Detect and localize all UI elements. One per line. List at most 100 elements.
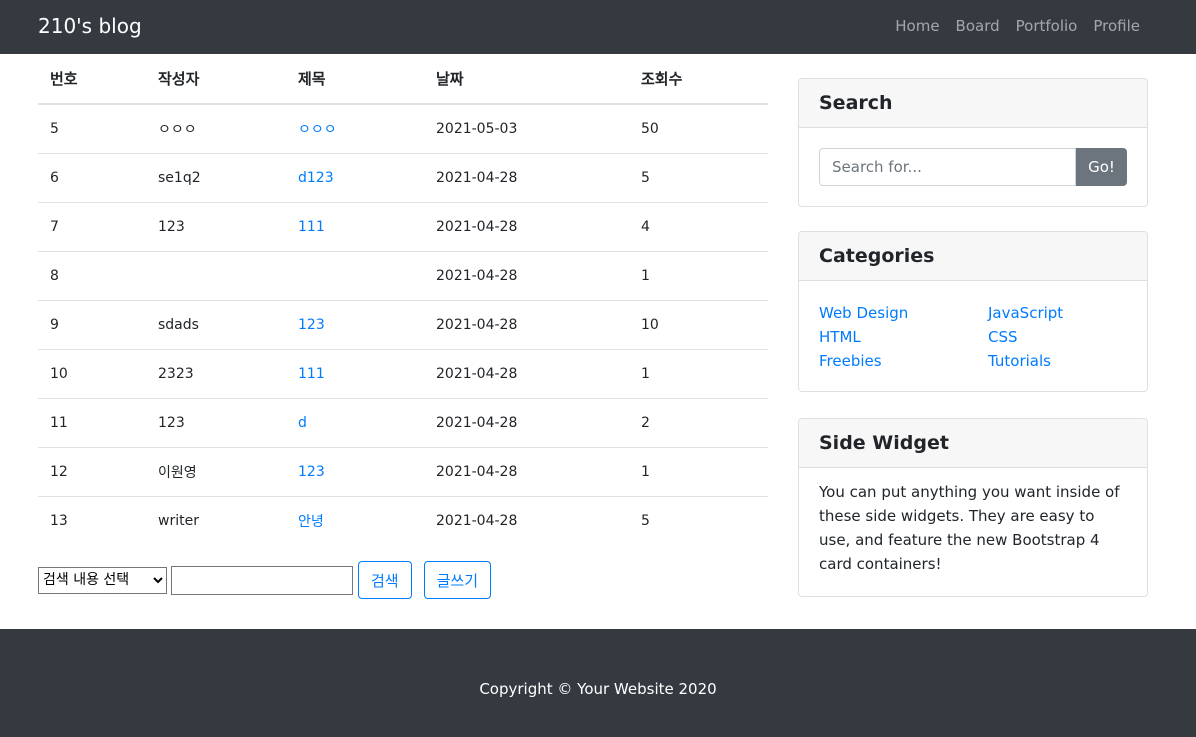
table-row: 5 ㅇㅇㅇ ㅇㅇㅇ 2021-05-03 50 [38,104,768,153]
top-navbar: 210's blog Home Board Portfolio Profile [0,0,1196,54]
cell-views: 4 [629,201,768,251]
cell-views: 1 [629,446,768,496]
cell-views: 5 [629,495,768,545]
post-title-link[interactable]: 111 [298,366,325,382]
cell-date: 2021-04-28 [424,250,629,300]
table-header-row: 번호 작성자 제목 날짜 조회수 [38,54,768,105]
cell-date: 2021-04-28 [424,446,629,496]
cell-number: 7 [38,201,146,251]
cell-author: 2323 [146,348,286,398]
post-title-link[interactable]: ㅇㅇㅇ [298,122,337,138]
cell-number: 10 [38,348,146,398]
board-search-row: 검색 내용 선택 검색 글쓰기 [38,561,492,599]
cell-number: 8 [38,250,146,300]
side-widget-card: Side Widget You can put anything you wan… [798,418,1148,597]
cell-date: 2021-04-28 [424,495,629,545]
sidebar-search-input[interactable] [819,148,1076,186]
cell-date: 2021-04-28 [424,348,629,398]
table-row: 13 writer 안녕 2021-04-28 5 [38,495,768,545]
search-card-body: Go! [799,128,1147,206]
board-table: 번호 작성자 제목 날짜 조회수 5 ㅇㅇㅇ ㅇㅇㅇ 2021-05-03 50… [38,54,768,545]
write-post-button[interactable]: 글쓰기 [423,561,492,599]
table-row: 12 이원영 123 2021-04-28 1 [38,446,768,496]
cell-number: 5 [50,120,59,137]
go-button[interactable]: Go! [1076,148,1127,186]
categories-card: Categories Web Design JavaScript HTML CS… [798,231,1148,392]
cell-title [286,250,424,300]
cell-title: d123 [286,152,424,202]
cell-number: 6 [38,152,146,202]
category-javascript[interactable]: JavaScript [988,303,1128,323]
cell-title: 123 [286,299,424,349]
nav-portfolio[interactable]: Portfolio [1016,17,1078,35]
categories-card-title: Categories [799,232,1147,281]
header-number: 번호 [38,54,146,105]
cell-author [146,250,286,300]
side-widget-title: Side Widget [799,419,1147,468]
category-web-design[interactable]: Web Design [819,303,988,323]
post-title-link[interactable]: 111 [298,219,325,235]
nav-links: Home Board Portfolio Profile [895,17,1140,35]
post-title-link[interactable]: 123 [298,317,325,333]
cell-date: 2021-04-28 [424,201,629,251]
copyright-text: Copyright © Your Website 2020 [479,680,717,698]
table-row: 10 2323 111 2021-04-28 1 [38,348,768,398]
header-views: 조회수 [629,54,768,105]
cell-date: 2021-05-03 [436,120,518,137]
category-freebies[interactable]: Freebies [819,351,988,371]
cell-number: 12 [38,446,146,496]
search-type-select[interactable]: 검색 내용 선택 [38,566,167,594]
cell-author: ㅇㅇㅇ [158,121,197,138]
cell-date: 2021-04-28 [424,299,629,349]
cell-author: 123 [146,397,286,447]
table-row: 7 123 111 2021-04-28 4 [38,201,768,251]
table-row: 11 123 d 2021-04-28 2 [38,397,768,447]
cell-title: 안녕 [286,495,424,545]
header-date: 날짜 [424,54,629,105]
post-title-link[interactable]: d [298,415,307,431]
post-title-link[interactable]: 안녕 [298,514,324,530]
nav-home[interactable]: Home [895,17,939,35]
cell-author: writer [146,495,286,545]
board-section: 번호 작성자 제목 날짜 조회수 5 ㅇㅇㅇ ㅇㅇㅇ 2021-05-03 50… [38,54,768,545]
cell-author: sdads [146,299,286,349]
cell-views: 50 [641,120,659,137]
category-tutorials[interactable]: Tutorials [988,351,1128,371]
board-search-button[interactable]: 검색 [358,561,412,599]
cell-views: 1 [629,348,768,398]
search-card: Search Go! [798,78,1148,207]
table-row: 6 se1q2 d123 2021-04-28 5 [38,152,768,202]
post-title-link[interactable]: 123 [298,464,325,480]
categories-card-body: Web Design JavaScript HTML CSS Freebies … [799,281,1147,391]
cell-author: 이원영 [146,446,286,496]
search-card-title: Search [799,79,1147,128]
sidebar-search-group: Go! [819,148,1127,186]
category-css[interactable]: CSS [988,327,1128,347]
header-author: 작성자 [146,54,286,105]
nav-profile[interactable]: Profile [1093,17,1140,35]
cell-number: 11 [38,397,146,447]
cell-title: 111 [286,348,424,398]
cell-title: 111 [286,201,424,251]
side-widget-text: You can put anything you want inside of … [819,483,1120,573]
cell-title: 123 [286,446,424,496]
cell-views: 10 [629,299,768,349]
cell-author: 123 [146,201,286,251]
cell-number: 9 [38,299,146,349]
table-row: 8 2021-04-28 1 [38,250,768,300]
cell-views: 1 [629,250,768,300]
table-row: 9 sdads 123 2021-04-28 10 [38,299,768,349]
category-html[interactable]: HTML [819,327,988,347]
post-title-link[interactable]: d123 [298,170,334,186]
board-search-input[interactable] [171,565,353,595]
cell-author: se1q2 [146,152,286,202]
brand-link[interactable]: 210's blog [38,14,142,38]
cell-views: 2 [629,397,768,447]
header-title: 제목 [286,54,424,105]
cell-number: 13 [38,495,146,545]
category-list: Web Design JavaScript HTML CSS Freebies … [819,301,1127,371]
nav-board[interactable]: Board [956,17,1000,35]
cell-title: ㅇㅇㅇ [286,104,424,153]
cell-date: 2021-04-28 [424,397,629,447]
side-widget-body: You can put anything you want inside of … [799,468,1147,596]
